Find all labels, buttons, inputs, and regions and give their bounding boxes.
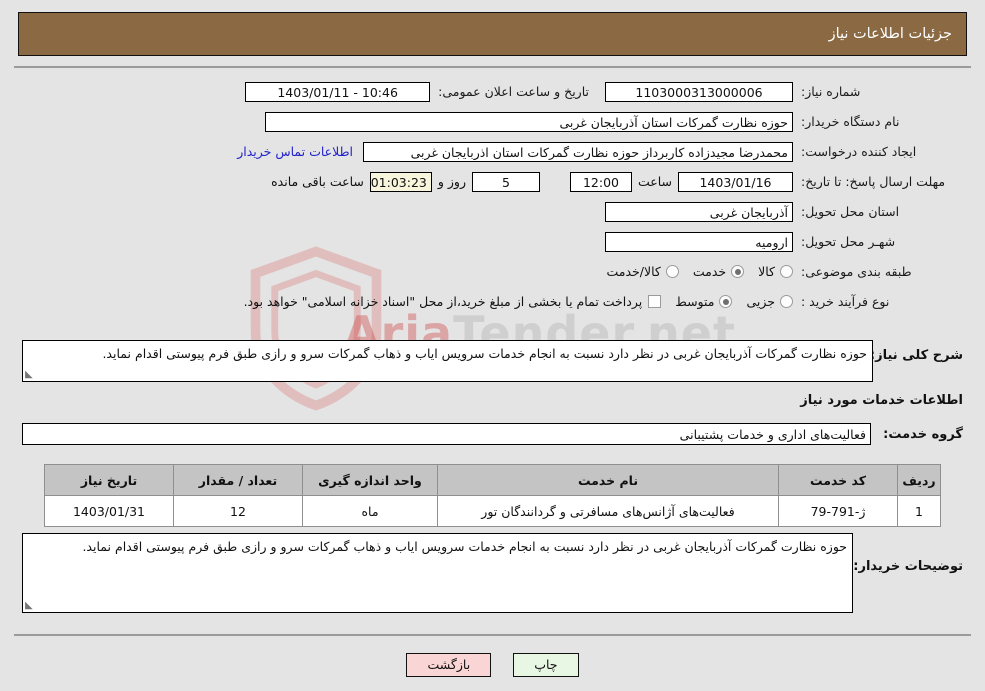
col-quantity: تعداد / مقدار	[173, 464, 303, 496]
radio-category-service-label: خدمت	[692, 264, 727, 279]
resize-handle-icon[interactable]: ◢	[25, 600, 35, 611]
radio-process-minor-label: جزیی	[746, 294, 775, 309]
description-section: شرح کلی نیاز: حوزه نظارت گمرکات آذربایجا…	[22, 340, 963, 382]
description-row: شرح کلی نیاز: حوزه نظارت گمرکات آذربایجا…	[22, 340, 963, 382]
cell-quantity: 12	[173, 495, 303, 527]
public-announce-label: تاریخ و ساعت اعلان عمومی:	[438, 84, 589, 99]
table-header-row: ردیف کد خدمت نام خدمت واحد اندازه گیری ت…	[44, 464, 941, 496]
province-label: استان محل تحویل:	[801, 204, 900, 219]
countdown-value: 01:03:23	[369, 171, 432, 192]
radio-process-minor[interactable]	[780, 295, 793, 308]
city-value: ارومیه	[605, 231, 793, 252]
radio-category-goods[interactable]	[780, 265, 793, 278]
radio-category-goods-service[interactable]	[665, 265, 679, 278]
col-need-date: تاریخ نیاز	[44, 464, 174, 496]
form-row-deadline: مهلت ارسال پاسخ: تا تاریخ: 1403/01/16 سا…	[22, 168, 963, 195]
radio-category-goods-label: کالا	[758, 264, 775, 279]
service-group-row: گروه خدمت: فعالیت‌های اداری و خدمات پشتی…	[22, 423, 963, 445]
radio-category-service[interactable]	[731, 265, 745, 278]
radio-process-medium[interactable]	[719, 295, 733, 308]
page-header: جزئیات اطلاعات نیاز	[18, 12, 967, 56]
form-row-province: استان محل تحویل: آذربایجان غربی	[22, 198, 963, 225]
services-table: ردیف کد خدمت نام خدمت واحد اندازه گیری ت…	[44, 464, 941, 527]
days-remaining-value: 5	[471, 171, 540, 192]
buyer-notes-section: توضیحات خریدار: حوزه نظارت گمرکات آذربای…	[22, 533, 963, 613]
category-label: طبقه بندی موضوعی:	[801, 264, 912, 279]
buyer-contact-link[interactable]: اطلاعات تماس خریدار	[227, 144, 363, 159]
province-value: آذربایجان غربی	[605, 201, 793, 222]
col-code: کد خدمت	[778, 464, 898, 496]
button-bar: بازگشت چاپ	[0, 653, 985, 677]
buyer-org-label: نام دستگاه خریدار:	[801, 114, 900, 129]
deadline-hour-value: 12:00	[569, 171, 632, 192]
buyer-notes-row: توضیحات خریدار: حوزه نظارت گمرکات آذربای…	[22, 533, 963, 613]
public-announce-value: 10:46 - 1403/01/11	[245, 81, 431, 102]
form-row-city: شهـر محل تحویل: ارومیه	[22, 228, 963, 255]
form-row-need-number: شماره نیاز: 1103000313000006 تاریخ و ساع…	[22, 78, 963, 105]
checkbox-treasury-documents[interactable]	[648, 295, 662, 308]
cell-index: 1	[897, 495, 941, 527]
description-textarea[interactable]: حوزه نظارت گمرکات آذربایجان غربی در نظر …	[22, 340, 873, 382]
col-name: نام خدمت	[437, 464, 779, 496]
need-number-label: شماره نیاز:	[801, 84, 861, 99]
col-index: ردیف	[897, 464, 941, 496]
form-row-category: طبقه بندی موضوعی: کالا خدمت کالا/خدمت	[22, 258, 963, 285]
creator-label: ایجاد کننده درخواست:	[801, 144, 917, 159]
need-number-value: 1103000313000006	[605, 81, 793, 102]
page-root: جزئیات اطلاعات نیاز AriaTender.net شماره…	[0, 0, 985, 691]
buyer-notes-label: توضیحات خریدار:	[853, 559, 963, 574]
countdown-suffix-label: ساعت باقی مانده	[271, 174, 364, 189]
form-row-buyer-org: نام دستگاه خریدار: حوزه نظارت گمرکات است…	[22, 108, 963, 135]
process-label: نوع فرآیند خرید :	[801, 294, 890, 309]
resize-handle-icon[interactable]: ◢	[25, 369, 35, 380]
col-unit: واحد اندازه گیری	[302, 464, 438, 496]
page-title: جزئیات اطلاعات نیاز	[828, 26, 952, 42]
cell-name: فعالیت‌های آژانس‌های مسافرتی و گردانندگا…	[437, 495, 779, 527]
radio-process-medium-label: متوسط	[675, 294, 715, 309]
services-section-title-wrap: اطلاعات خدمات مورد نیاز	[22, 393, 963, 408]
back-button[interactable]: بازگشت	[406, 653, 492, 677]
need-form: شماره نیاز: 1103000313000006 تاریخ و ساع…	[22, 78, 963, 334]
cell-need-date: 1403/01/31	[44, 495, 174, 527]
services-table-wrap: ردیف کد خدمت نام خدمت واحد اندازه گیری ت…	[44, 464, 941, 527]
services-section-title: اطلاعات خدمات مورد نیاز	[800, 393, 963, 408]
cell-unit: ماه	[302, 495, 438, 527]
creator-value: محمدرضا مجیدزاده کاربرداز حوزه نظارت گمر…	[363, 141, 793, 162]
deadline-date-value: 1403/01/16	[678, 171, 793, 192]
table-row: 1 ژ-791-79 فعالیت‌های آژانس‌های مسافرتی …	[44, 495, 941, 527]
buyer-notes-textarea[interactable]: حوزه نظارت گمرکات آذربایجان غربی در نظر …	[22, 533, 853, 613]
description-label: شرح کلی نیاز:	[869, 348, 963, 363]
treasury-note-label: پرداخت تمام یا بخشی از مبلغ خرید،از محل …	[243, 294, 643, 309]
deadline-hour-label: ساعت	[637, 174, 672, 189]
cell-code: ژ-791-79	[778, 495, 898, 527]
deadline-label: مهلت ارسال پاسخ: تا تاریخ:	[801, 173, 946, 189]
radio-category-goods-service-label: کالا/خدمت	[606, 264, 661, 279]
city-label: شهـر محل تحویل:	[801, 234, 896, 249]
details-panel: AriaTender.net شماره نیاز: 1103000313000…	[14, 66, 971, 636]
print-button[interactable]: چاپ	[513, 653, 579, 677]
days-unit-label: روز و	[437, 174, 466, 189]
service-group-value: فعالیت‌های اداری و خدمات پشتیبانی	[22, 423, 871, 445]
buyer-org-value: حوزه نظارت گمرکات استان آذربایجان غربی	[265, 111, 793, 132]
service-group-label: گروه خدمت:	[883, 426, 963, 442]
service-group-inner: گروه خدمت: فعالیت‌های اداری و خدمات پشتی…	[22, 423, 963, 445]
form-row-creator: ایجاد کننده درخواست: محمدرضا مجیدزاده کا…	[22, 138, 963, 165]
form-row-process-type: نوع فرآیند خرید : جزیی متوسط پرداخت تمام…	[22, 288, 963, 315]
